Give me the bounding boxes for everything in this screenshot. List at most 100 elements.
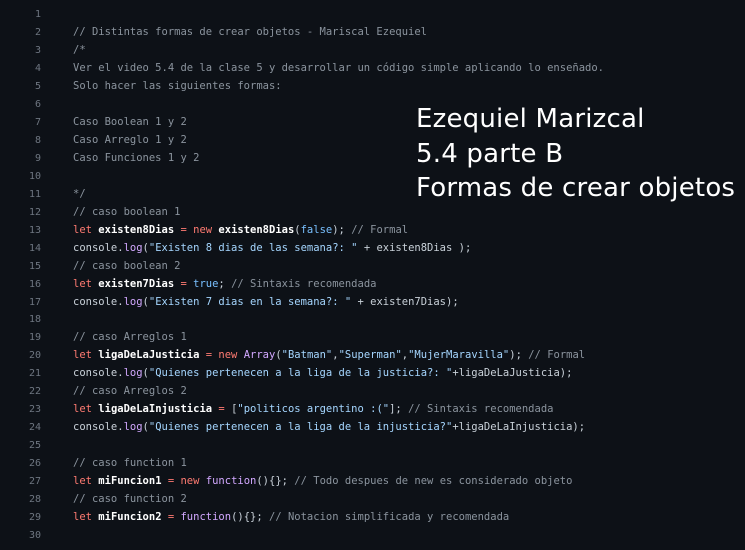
line-number: 2 <box>34 26 41 38</box>
line-number: 22 <box>28 386 41 398</box>
line-number: 9 <box>34 152 41 164</box>
code-token: // Formal <box>528 349 586 362</box>
code-token: ]; <box>389 403 409 416</box>
code-line[interactable]: 5 Solo hacer las siguientes formas: <box>0 78 745 96</box>
code-token: // Sintaxis recomendada <box>408 403 554 416</box>
code-token: existen7Dias <box>98 277 175 290</box>
code-line[interactable]: 23 let ligaDeLaInjusticia = ["politicos a… <box>0 401 745 419</box>
line-number: 21 <box>28 368 41 380</box>
code-token: false <box>300 223 333 236</box>
line-code: let ligaDeLaJusticia = new Array("Batman… <box>73 347 585 365</box>
line-code: Caso Funciones 1 y 2 <box>73 150 199 168</box>
code-token: = new <box>199 349 244 362</box>
line-code: // caso function 2 <box>73 491 187 509</box>
line-code: console.log("Existen 8 dias de las seman… <box>73 240 471 258</box>
code-token: console. <box>73 295 124 308</box>
line-code: // caso boolean 2 <box>73 258 180 276</box>
code-token: existen8Dias <box>98 223 175 236</box>
line-code: let existen8Dias = new existen8Dias(fals… <box>73 222 408 240</box>
code-token: miFuncion2 <box>98 511 162 524</box>
code-lines[interactable]: 1 2// Distintas formas de crear objetos -… <box>0 6 745 545</box>
line-code: /* <box>73 42 86 60</box>
line-code: let ligaDeLaInjusticia = ["politicos arg… <box>73 401 553 419</box>
code-line[interactable]: 2 // Distintas formas de crear objetos - … <box>0 24 745 42</box>
code-token: let <box>73 223 99 236</box>
line-number: 10 <box>28 170 41 182</box>
code-line[interactable]: 3 /* <box>0 42 745 60</box>
line-number: 8 <box>34 134 41 146</box>
line-code: Ver el video 5.4 de la clase 5 y desarro… <box>73 60 604 78</box>
overlay-lesson: 5.4 parte B <box>416 138 564 169</box>
line-number: 12 <box>28 206 41 218</box>
line-number: 14 <box>28 242 41 254</box>
code-token: console. <box>73 367 124 380</box>
code-line[interactable]: 25 <box>0 437 745 455</box>
code-line[interactable]: 17 console.log("Existen 7 dias en la sema… <box>0 294 745 312</box>
code-token: = <box>212 403 232 416</box>
line-code: // caso Arreglos 1 <box>73 329 187 347</box>
code-token: true <box>193 277 219 290</box>
code-token: let <box>73 349 99 362</box>
code-line[interactable]: 19 // caso Arreglos 1 <box>0 329 745 347</box>
code-token: /* <box>73 43 86 56</box>
code-line[interactable]: 14 console.log("Existen 8 dias de las sem… <box>0 240 745 258</box>
code-token: ligaDeLaInjusticia <box>98 403 213 416</box>
code-token: miFuncion1 <box>98 475 162 488</box>
code-token: // caso function 2 <box>73 493 187 506</box>
line-code: let miFuncion1 = new function(){}; // To… <box>73 473 572 491</box>
code-token: "Batman" <box>281 349 333 362</box>
code-line[interactable]: 28 // caso function 2 <box>0 491 745 509</box>
code-token: (){}; <box>256 475 295 488</box>
code-token: ); <box>509 349 529 362</box>
line-code: // caso function 1 <box>73 455 187 473</box>
overlay-author: Ezequiel Marizcal <box>416 104 645 134</box>
code-token: Caso Arreglo 1 y 2 <box>73 133 187 146</box>
line-number: 28 <box>28 494 41 506</box>
code-line[interactable]: 4 Ver el video 5.4 de la clase 5 y desarr… <box>0 60 745 78</box>
code-editor[interactable]: 1 2// Distintas formas de crear objetos -… <box>0 0 745 550</box>
code-token: let <box>73 403 99 416</box>
code-line[interactable]: 27 let miFuncion1 = new function(){}; // … <box>0 473 745 491</box>
line-number: 1 <box>34 9 41 20</box>
code-token: "Existen 8 dias de las semana?: " <box>148 241 358 254</box>
code-token: // Sintaxis recomendada <box>231 277 377 290</box>
code-token: "Existen 7 dias en la semana?: " <box>148 295 352 308</box>
code-token: + existen7Dias); <box>351 295 459 308</box>
code-token: // caso boolean 1 <box>73 205 181 218</box>
line-number: 18 <box>28 314 41 326</box>
line-number: 25 <box>28 440 41 452</box>
code-token: +ligaDeLaInjusticia); <box>452 421 586 434</box>
line-number: 5 <box>34 80 41 92</box>
code-token: let <box>73 475 99 488</box>
code-token: let <box>73 277 99 290</box>
code-line[interactable]: 20 let ligaDeLaJusticia = new Array("Batm… <box>0 347 745 365</box>
code-line[interactable]: 13 let existen8Dias = new existen8Dias(fa… <box>0 222 745 240</box>
line-number: 26 <box>28 458 41 470</box>
code-token: // caso Arreglos 2 <box>73 385 187 398</box>
code-token: "politicos argentino :(" <box>237 403 390 416</box>
code-line[interactable]: 16 let existen7Dias = true; // Sintaxis r… <box>0 276 745 294</box>
code-line[interactable]: 24 console.log("Quienes pertenecen a la l… <box>0 419 745 437</box>
code-token: (){}; <box>231 511 269 524</box>
code-token: = new <box>174 223 219 236</box>
line-number: 17 <box>28 296 41 308</box>
code-line[interactable]: 12 // caso boolean 1 <box>0 204 745 222</box>
line-code: Solo hacer las siguientes formas: <box>73 78 282 96</box>
code-line[interactable]: 21 console.log("Quienes pertenecen a la l… <box>0 365 745 383</box>
code-line[interactable]: 26 // caso function 1 <box>0 455 745 473</box>
code-line[interactable]: 30 <box>0 527 745 545</box>
line-number: 23 <box>28 404 41 416</box>
code-token: let <box>73 511 99 524</box>
code-line[interactable]: 15 // caso boolean 2 <box>0 258 745 276</box>
line-code: // Distintas formas de crear objetos - M… <box>73 24 427 42</box>
line-code: // caso Arreglos 2 <box>73 383 187 401</box>
line-number: 7 <box>34 116 41 128</box>
code-line[interactable]: 18 <box>0 311 745 329</box>
code-token: Caso Boolean 1 y 2 <box>73 115 187 128</box>
line-number: 20 <box>28 350 41 362</box>
code-line[interactable]: 22 // caso Arreglos 2 <box>0 383 745 401</box>
line-number: 4 <box>34 62 41 74</box>
line-code: */ <box>73 186 86 204</box>
code-line[interactable]: 29 let miFuncion2 = function(){}; // Nota… <box>0 509 745 527</box>
code-line[interactable]: 1 <box>0 6 745 24</box>
